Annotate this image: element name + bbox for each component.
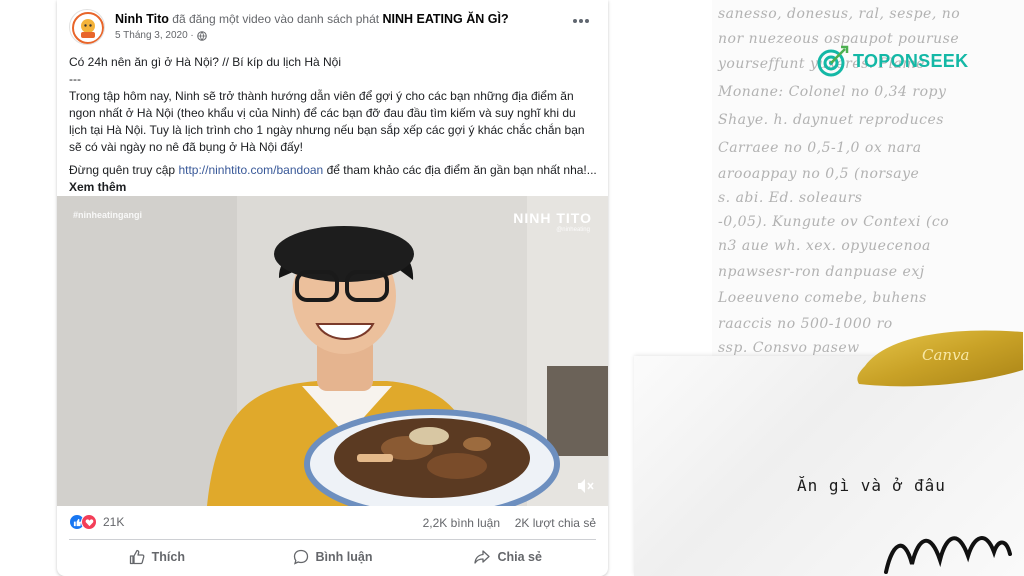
video-channel-watermark: NINH TITO [513,210,592,226]
post-text: Có 24h nên ăn gì ở Hà Nội? // Bí kíp du … [69,54,597,196]
cta-link[interactable]: http://ninhtito.com/bandoan [178,163,323,177]
manuscript-line: Monane: Colonel no 0,34 ropy [718,84,947,100]
see-more-link[interactable]: Xem thêm [69,180,126,194]
manuscript-line: sanesso, donesus, ral, sespe, no [718,6,961,22]
brand-name: TOPONSEEK [853,50,969,71]
manuscript-line: Carraee no 0,5-1,0 ox nara [718,140,922,156]
playlist-link[interactable]: NINH EATING ĂN GÌ? [382,12,508,26]
post-header: Ninh Tito đã đăng một video vào danh sác… [69,9,596,49]
avatar[interactable] [69,9,105,45]
divider [69,539,596,540]
brand-logo: TOPONSEEK [816,44,968,78]
decorative-panel: sanesso, donesus, ral, sespe, no nor nue… [612,0,1024,576]
manuscript-line: n3 aue wh. xex. opyuecenoa [718,238,931,254]
canva-watermark: Canva [922,346,970,364]
comment-count[interactable]: 2,2K bình luận [423,516,500,530]
video-thumbnail [57,196,608,506]
manuscript-line: Shaye. h. daynuet reproduces [718,112,944,128]
post-action-text: đã đăng một video vào danh sách phát [172,12,380,26]
post-meta: Ninh Tito đã đăng một video vào danh sác… [115,12,509,26]
manuscript-line: s. abi. Ed. soleaurs [718,190,863,206]
comment-button[interactable]: Bình luận [245,543,421,571]
target-logo-icon [817,45,849,77]
share-label: Chia sẻ [497,550,542,564]
share-count[interactable]: 2K lượt chia sẻ [515,516,596,530]
reaction-count[interactable]: 21K [103,515,124,529]
love-reaction-icon [81,514,97,530]
post-title-line: Có 24h nên ăn gì ở Hà Nội? // Bí kíp du … [69,55,342,69]
share-button[interactable]: Chia sẻ [420,543,596,571]
author-logo-icon [72,12,104,44]
author-name[interactable]: Ninh Tito [115,12,169,26]
caption-text: Ăn gì và ở đâu [797,476,946,495]
reactions-summary[interactable]: 21K [69,514,124,530]
post-cta: Đừng quên truy cập http://ninhtito.com/b… [69,162,597,196]
cta-suffix: để tham khảo các địa điểm ăn gần bạn nhấ… [326,163,597,177]
post-date[interactable]: 5 Tháng 3, 2020 · [115,30,194,41]
globe-icon [196,30,207,41]
thumbs-up-icon [129,549,145,565]
post-paragraph: Trong tập hôm nay, Ninh sẽ trở thành hướ… [69,89,585,154]
more-options-icon[interactable] [572,17,590,27]
share-icon [474,550,491,564]
like-label: Thích [151,550,185,564]
mute-icon[interactable] [576,478,594,494]
video-handle-watermark: @ninheating [556,227,590,233]
post-stats: 21K 2,2K bình luận 2K lượt chia sẻ [69,512,596,534]
manuscript-line: -0,05). Kungute ov Contexi (co [718,214,950,230]
post-separator: --- [69,72,81,86]
manuscript-line: ssp. Consvo pasew [718,340,860,356]
manuscript-line: arooappay no 0,5 (norsaye [718,166,920,182]
cta-prefix: Đừng quên truy cập [69,163,176,177]
post-action-bar: Thích Bình luận Chia sẻ [69,543,596,571]
manuscript-line: npawsesr-ron danpuase exj [718,264,925,280]
manuscript-line: Loeeuveno comebe, buhens [718,290,927,306]
like-button[interactable]: Thích [69,543,245,571]
video-player[interactable]: #ninheatingangi NINH TITO @ninheating [57,196,608,506]
video-hashtag-watermark: #ninheatingangi [73,210,143,220]
post-timestamp[interactable]: 5 Tháng 3, 2020 · [115,30,207,41]
comment-icon [293,549,308,565]
scribble-decoration [884,536,1012,574]
facebook-post-card: Ninh Tito đã đăng một video vào danh sác… [57,0,608,576]
comment-label: Bình luận [315,550,373,564]
